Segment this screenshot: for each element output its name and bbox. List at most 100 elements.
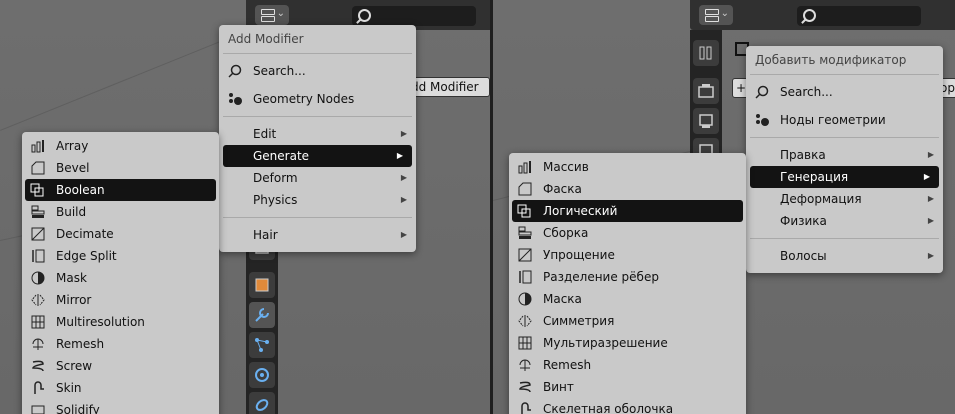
- menu-item-label: Geometry Nodes: [253, 92, 355, 106]
- menu-title: Add Modifier: [228, 32, 304, 46]
- submenu-item[interactable]: Mirror: [22, 289, 219, 311]
- submenu-arrow-icon: ▶: [927, 194, 934, 203]
- submenu-item[interactable]: Multiresolution: [22, 311, 219, 333]
- submenu-item[interactable]: Массив: [509, 156, 746, 178]
- menu-item-search[interactable]: Search...: [746, 81, 943, 103]
- menu-item-label: Деформация: [780, 192, 862, 206]
- left-blender-window: ⌄ Add Modifier Add Modifier Search... Ge…: [0, 0, 490, 414]
- decimate-icon: [31, 227, 45, 241]
- bevel-icon: [518, 182, 532, 196]
- submenu-item-label: Винт: [543, 380, 574, 394]
- skin-icon: [31, 381, 45, 395]
- submenu-item[interactable]: Винт: [509, 376, 746, 398]
- menu-item-label: Физика: [780, 214, 827, 228]
- menu-item-search[interactable]: Search...: [219, 60, 416, 82]
- submenu-item-label: Разделение рёбер: [543, 270, 659, 284]
- editor-type-icon: [261, 9, 275, 22]
- submenu-item-label: Skin: [56, 381, 82, 395]
- submenu-arrow-icon: ▶: [927, 216, 934, 225]
- menu-item-geometry-nodes[interactable]: Geometry Nodes: [219, 88, 416, 110]
- submenu-item[interactable]: Сборка: [509, 222, 746, 244]
- menu-item-label: Генерация: [780, 170, 849, 184]
- submenu-item[interactable]: Remesh: [509, 354, 746, 376]
- menu-item-generate[interactable]: Генерация ▶: [750, 166, 939, 188]
- submenu-item[interactable]: Screw: [22, 355, 219, 377]
- submenu-arrow-icon: ▶: [400, 173, 407, 182]
- submenu-item[interactable]: Скелетная оболочка: [509, 398, 746, 414]
- tab-particles[interactable]: [249, 332, 275, 358]
- submenu-item[interactable]: Фаска: [509, 178, 746, 200]
- submenu-item[interactable]: Build: [22, 201, 219, 223]
- submenu-item-label: Логический: [543, 204, 618, 218]
- menu-item-hair[interactable]: Волосы ▶: [746, 245, 943, 267]
- menu-item-geometry-nodes[interactable]: Ноды геометрии: [746, 109, 943, 131]
- menu-item-physics[interactable]: Physics ▶: [219, 189, 416, 211]
- tab-physics[interactable]: [249, 362, 275, 388]
- menu-item-label: Ноды геометрии: [780, 113, 886, 127]
- particles-icon: [255, 338, 269, 352]
- editor-type-button[interactable]: ⌄: [255, 5, 289, 25]
- submenu-item-label: Mask: [56, 271, 87, 285]
- submenu-item[interactable]: Симметрия: [509, 310, 746, 332]
- submenu-item-label: Remesh: [56, 337, 105, 351]
- menu-item-edit[interactable]: Правка ▶: [746, 144, 943, 166]
- submenu-item[interactable]: Маска: [509, 288, 746, 310]
- tab-tool[interactable]: [693, 40, 719, 66]
- submenu-item[interactable]: Упрощение: [509, 244, 746, 266]
- tab-render[interactable]: [693, 78, 719, 104]
- submenu-item[interactable]: Boolean: [25, 179, 216, 201]
- mask-icon: [31, 271, 45, 285]
- menu-item-hair[interactable]: Hair ▶: [219, 224, 416, 246]
- output-icon: [699, 114, 713, 128]
- build-icon: [31, 205, 45, 219]
- submenu-item[interactable]: Decimate: [22, 223, 219, 245]
- submenu-item-label: Bevel: [56, 161, 90, 175]
- submenu-item[interactable]: Skin: [22, 377, 219, 399]
- submenu-item-label: Фаска: [543, 182, 582, 196]
- submenu-item[interactable]: Разделение рёбер: [509, 266, 746, 288]
- menu-item-label: Search...: [780, 85, 833, 99]
- submenu-item-label: Скелетная оболочка: [543, 402, 674, 414]
- tab-output[interactable]: [693, 108, 719, 134]
- submenu-item-label: Remesh: [543, 358, 592, 372]
- submenu-item[interactable]: Solidify: [22, 399, 219, 414]
- menu-item-edit[interactable]: Edit ▶: [219, 123, 416, 145]
- menu-item-deform[interactable]: Деформация ▶: [746, 188, 943, 210]
- submenu-item[interactable]: Логический: [512, 200, 743, 222]
- render-icon: [698, 84, 714, 98]
- remesh-icon: [518, 358, 532, 372]
- tool-icon: [699, 46, 712, 60]
- tab-constraints[interactable]: [249, 392, 275, 414]
- editor-type-button[interactable]: ⌄: [699, 5, 733, 25]
- editor-type-icon: [705, 9, 719, 22]
- menu-title: Добавить модификатор: [755, 53, 907, 67]
- tab-object[interactable]: [249, 272, 275, 298]
- submenu-item[interactable]: Mask: [22, 267, 219, 289]
- edge-split-icon: [518, 270, 532, 284]
- generate-submenu: Массив Фаска Логический Сборка Упрощение Разд…: [509, 153, 746, 414]
- search-icon: [755, 85, 769, 99]
- chevron-down-icon: ⌄: [720, 8, 729, 19]
- properties-search-input[interactable]: [797, 6, 921, 26]
- menu-item-generate[interactable]: Generate ▶: [223, 145, 412, 167]
- properties-search-input[interactable]: [352, 6, 476, 26]
- submenu-item[interactable]: Bevel: [22, 157, 219, 179]
- submenu-arrow-icon: ▶: [396, 151, 403, 160]
- properties-header: ⌄: [690, 0, 955, 30]
- tab-modifiers[interactable]: [249, 302, 275, 328]
- submenu-item[interactable]: Edge Split: [22, 245, 219, 267]
- menu-item-label: Edit: [253, 127, 277, 141]
- array-icon: [518, 160, 532, 174]
- submenu-item-label: Сборка: [543, 226, 589, 240]
- menu-item-deform[interactable]: Deform ▶: [219, 167, 416, 189]
- mask-icon: [518, 292, 532, 306]
- chevron-down-icon: ⌄: [276, 8, 285, 19]
- menu-item-label: Deform: [253, 171, 298, 185]
- submenu-item[interactable]: Мультиразрешение: [509, 332, 746, 354]
- submenu-item-label: Симметрия: [543, 314, 615, 328]
- submenu-item-label: Edge Split: [56, 249, 117, 263]
- submenu-item[interactable]: Array: [22, 135, 219, 157]
- submenu-item[interactable]: Remesh: [22, 333, 219, 355]
- menu-item-physics[interactable]: Физика ▶: [746, 210, 943, 232]
- submenu-item-label: Multiresolution: [56, 315, 145, 329]
